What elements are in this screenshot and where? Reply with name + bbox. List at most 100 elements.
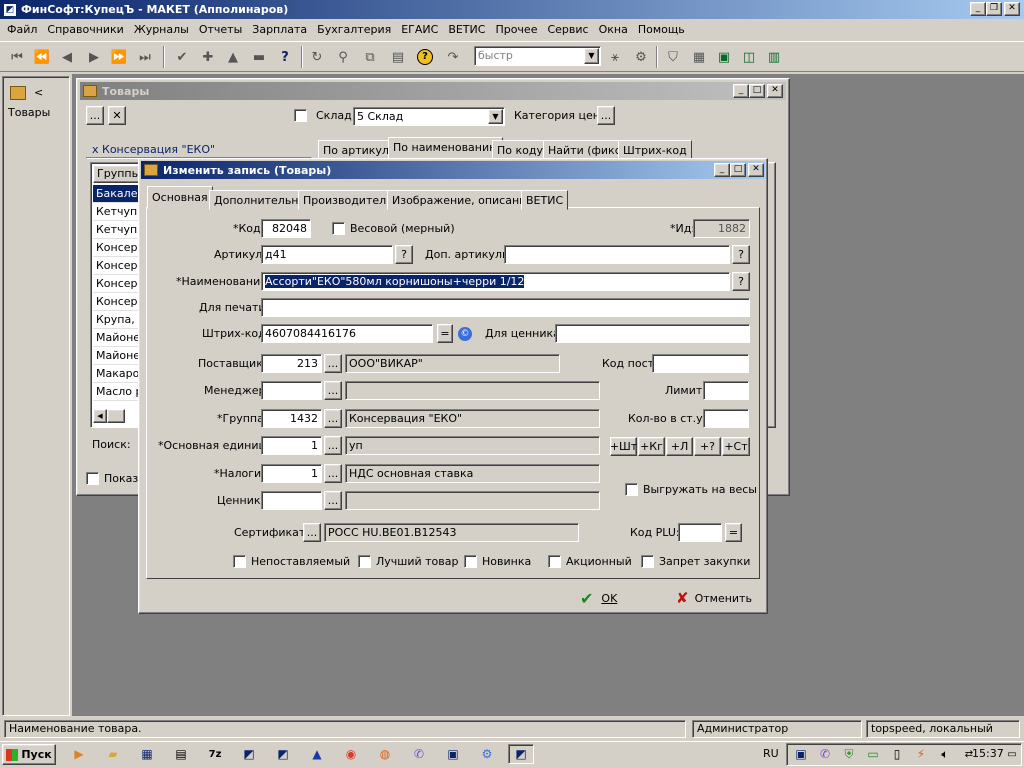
question-circle-icon[interactable]: ? [414, 47, 436, 67]
window-icon[interactable]: ▣ [713, 47, 735, 67]
group-code-field[interactable]: 1432 [261, 409, 322, 428]
collapse-arrow[interactable]: < [34, 86, 43, 99]
warehouse-select[interactable]: 5 Склад [353, 107, 505, 126]
article-help-button[interactable]: ? [395, 245, 413, 264]
supplier-browse-button[interactable]: ... [324, 354, 342, 373]
group-browse-button[interactable]: ... [324, 409, 342, 428]
qty-in-pack-field[interactable] [703, 409, 749, 428]
cancel-button[interactable]: ✘ Отменить [676, 587, 760, 609]
prev-record-icon[interactable]: ◀ [56, 47, 78, 67]
cert-browse-button[interactable]: ... [303, 523, 321, 542]
tab-find-fixed[interactable]: Найти (фикс) [543, 140, 631, 160]
goods-maximize-button[interactable]: □ [749, 84, 765, 98]
tab-vetis[interactable]: ВЕТИС [521, 190, 569, 210]
menu-windows[interactable]: Окна [594, 23, 633, 36]
limit-field[interactable] [703, 381, 749, 400]
manager-browse-button[interactable]: ... [324, 381, 342, 400]
firefox-icon[interactable]: ◍ [372, 744, 398, 764]
tax-code-field[interactable]: 1 [261, 464, 322, 483]
not-supplied-checkbox[interactable] [233, 555, 246, 568]
app-restore-button[interactable]: ❐ [986, 2, 1002, 16]
clock[interactable]: 15:37 [972, 747, 1004, 760]
quick-search-input[interactable]: быстр [474, 46, 601, 66]
explorer-icon[interactable]: ▰ [100, 744, 126, 764]
price-category-button[interactable]: ... [597, 106, 615, 125]
check-icon[interactable]: ✔ [171, 47, 193, 67]
filter-tag[interactable]: х Консервация "ЕКО" [92, 143, 215, 156]
menu-salary[interactable]: Зарплата [247, 23, 312, 36]
calendar-icon[interactable]: ▦ [688, 47, 710, 67]
barcode-equals-button[interactable]: = [437, 324, 453, 343]
windows-cascade-icon[interactable]: ◫ [738, 47, 760, 67]
promo-checkbox[interactable] [548, 555, 561, 568]
calculator-icon[interactable]: ▥ [763, 47, 785, 67]
refresh-icon[interactable]: ↻ [306, 47, 328, 67]
weight-checkbox[interactable] [332, 222, 345, 235]
menu-accounting[interactable]: Бухгалтерия [312, 23, 396, 36]
tab-additional[interactable]: Дополнительно [209, 190, 311, 210]
price-tag2-code-field[interactable] [261, 491, 322, 510]
help-icon[interactable]: ? [274, 47, 296, 67]
add-kg-button[interactable]: +Кг [638, 437, 665, 456]
app-minimize-button[interactable]: _ [970, 2, 986, 16]
chrome-icon[interactable]: ◉ [338, 744, 364, 764]
supplier-post-code-field[interactable] [652, 354, 749, 373]
add-st-button[interactable]: +Ст [722, 437, 750, 456]
next-record-icon[interactable]: ▶ [83, 47, 105, 67]
tab-by-name[interactable]: По наименованию [388, 137, 504, 160]
barcode-field[interactable]: 4607084416176 [261, 324, 433, 343]
tax-browse-button[interactable]: ... [324, 464, 342, 483]
remove-icon[interactable]: ▬ [248, 47, 270, 67]
viber-icon[interactable]: ✆ [406, 744, 432, 764]
goods-clear-button[interactable]: ✕ [108, 106, 126, 125]
goods-close-button[interactable]: ✕ [767, 84, 783, 98]
unit-code-field[interactable]: 1 [261, 436, 322, 455]
show-checkbox[interactable] [86, 472, 99, 485]
horizontal-scrollbar-left[interactable]: ◀ [93, 409, 107, 423]
tray-show-desktop-icon[interactable]: ▭ [1004, 744, 1020, 764]
menu-help[interactable]: Помощь [633, 23, 690, 36]
language-indicator[interactable]: RU [763, 747, 779, 760]
settings-icon[interactable]: ⚙ [630, 47, 652, 67]
redo-icon[interactable]: ↷ [442, 47, 464, 67]
add-filter-icon[interactable]: ⚹ [604, 47, 626, 67]
add-pieces-button[interactable]: +Шт [610, 437, 637, 456]
archiver-7z-icon[interactable]: 7z [202, 744, 228, 764]
tray-volume-icon[interactable]: 🔈︎ [932, 744, 958, 764]
tray-monitor-icon[interactable]: ▭ [860, 744, 886, 764]
goods-browse-button[interactable]: ... [86, 106, 104, 125]
plu-field[interactable] [678, 523, 722, 542]
supplier-code-field[interactable]: 213 [261, 354, 322, 373]
manager-code-field[interactable] [261, 381, 322, 400]
paste-icon[interactable]: ▤ [387, 47, 409, 67]
last-record-icon[interactable]: ⏭ [134, 47, 156, 67]
add-liter-button[interactable]: +Л [666, 437, 693, 456]
tab-barcode[interactable]: Штрих-код [618, 140, 692, 160]
active-app-task[interactable]: ◩ [508, 744, 534, 764]
menu-journals[interactable]: Журналы [129, 23, 194, 36]
new-item-checkbox[interactable] [464, 555, 477, 568]
name-help-button[interactable]: ? [732, 272, 750, 291]
plu-equals-button[interactable]: = [725, 523, 742, 542]
app-window2-icon[interactable]: ◩ [270, 744, 296, 764]
tray-disk-icon[interactable]: ▯ [884, 744, 910, 764]
menu-reports[interactable]: Отчеты [194, 23, 247, 36]
app-window-icon[interactable]: ◩ [236, 744, 262, 764]
menu-service[interactable]: Сервис [542, 23, 593, 36]
first-record-icon[interactable]: ⏮ [6, 47, 28, 67]
add-unknown-unit-button[interactable]: +? [694, 437, 721, 456]
prev-page-icon[interactable]: ⏪ [31, 47, 53, 67]
tab-by-code[interactable]: По коду [492, 140, 548, 160]
extra-articles-help-button[interactable]: ? [732, 245, 750, 264]
upload-scales-checkbox[interactable] [625, 483, 638, 496]
tray-app-icon[interactable]: ▣ [788, 744, 814, 764]
triangle-app-icon[interactable]: ▲ [304, 744, 330, 764]
start-button[interactable]: Пуск [2, 744, 56, 765]
control-panel-icon[interactable]: ⚙ [474, 744, 500, 764]
goods-minimize-button[interactable]: _ [733, 84, 749, 98]
dialog-maximize-button[interactable]: □ [730, 163, 746, 177]
tab-image-description[interactable]: Изображение, описание [387, 190, 539, 210]
menu-other[interactable]: Прочее [490, 23, 542, 36]
unit-browse-button[interactable]: ... [324, 436, 342, 455]
quick-search-dropdown-button[interactable]: ▼ [584, 48, 599, 64]
